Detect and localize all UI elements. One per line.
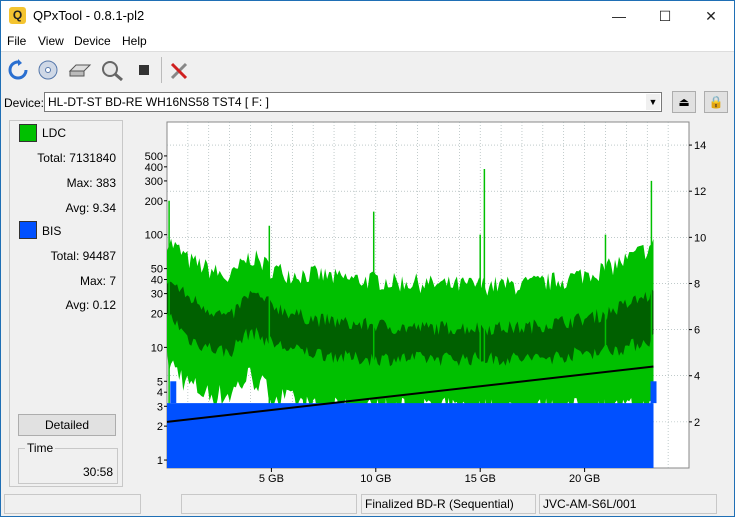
eject-button[interactable]: ⏏: [672, 91, 696, 113]
window-title: QPxTool - 0.8.1-pl2: [33, 8, 145, 23]
disc-scan-icon[interactable]: [35, 57, 61, 83]
app-window: Q QPxTool - 0.8.1-pl2 — ☐ ✕ File View De…: [0, 0, 735, 517]
status-bar: Finalized BD-R (Sequential) JVC-AM-S6L/0…: [1, 493, 734, 516]
chevron-down-icon[interactable]: ▼: [646, 94, 660, 110]
ldc-max-value: 383: [95, 176, 116, 190]
menu-device[interactable]: Device: [74, 34, 111, 48]
toolbar: [1, 53, 734, 87]
y-right-tick-label: 8: [694, 278, 700, 290]
menu-file[interactable]: File: [7, 34, 26, 48]
y-left-tick-label: 10: [151, 342, 163, 354]
tools-icon[interactable]: [167, 57, 193, 83]
y-left-tick-label: 400: [145, 162, 163, 174]
device-label: Device:: [4, 96, 45, 110]
lock-icon: 🔒: [708, 95, 724, 109]
bis-max: Max: 7: [80, 274, 116, 288]
maximize-button[interactable]: ☐: [642, 1, 688, 31]
y-left-tick-label: 20: [151, 308, 163, 320]
status-media-id: JVC-AM-S6L/001: [539, 494, 717, 514]
detailed-button[interactable]: Detailed: [18, 414, 116, 436]
y-right-tick-label: 14: [694, 140, 706, 152]
y-left-tick-label: 5: [157, 376, 163, 388]
ldc-avg-value: 9.34: [92, 201, 116, 215]
y-left-tick-label: 1: [157, 455, 163, 467]
y-right-tick-label: 10: [694, 232, 706, 244]
ldc-avg-label: Avg:: [65, 201, 90, 215]
y-left-tick-label: 100: [145, 230, 163, 242]
time-label: Time: [25, 441, 56, 455]
status-disc-type: Finalized BD-R (Sequential): [361, 494, 536, 514]
stats-panel: LDC Total: 7131840 Max: 383 Avg: 9.34 BI…: [9, 120, 123, 487]
ldc-max-label: Max:: [66, 176, 93, 190]
x-tick-label: 20 GB: [569, 473, 600, 485]
y-right-tick-label: 12: [694, 186, 706, 198]
time-value: 30:58: [82, 465, 113, 479]
bis-max-label: Max:: [79, 274, 106, 288]
y-left-tick-label: 2: [157, 421, 163, 433]
x-tick-label: 5 GB: [259, 473, 284, 485]
x-tick-label: 10 GB: [360, 473, 391, 485]
lock-button[interactable]: 🔒: [704, 91, 728, 113]
y-right-tick-label: 6: [694, 325, 700, 337]
bis-total-label: Total:: [50, 249, 80, 263]
error-chart: 1234510203040501002003004005002468101214…: [131, 120, 721, 485]
bis-total: Total: 94487: [51, 249, 116, 263]
bis-legend-label: BIS: [42, 224, 62, 238]
drive-icon[interactable]: [67, 57, 93, 83]
close-button[interactable]: ✕: [688, 1, 734, 31]
status-cell-1: [4, 494, 141, 514]
bis-color-swatch: [19, 221, 37, 239]
ldc-max: Max: 383: [67, 176, 116, 190]
ldc-avg: Avg: 9.34: [66, 201, 117, 215]
ldc-total-label: Total:: [37, 151, 66, 165]
x-tick-label: 15 GB: [465, 473, 496, 485]
eject-icon: ⏏: [678, 95, 690, 109]
y-left-tick-label: 3: [157, 401, 163, 413]
menu-bar: File View Device Help: [1, 31, 734, 52]
menu-view[interactable]: View: [38, 34, 64, 48]
bis-avg-value: 0.12: [92, 298, 116, 312]
y-left-tick-label: 300: [145, 176, 163, 188]
app-logo-icon: Q: [9, 7, 26, 24]
device-row: Device: HL-DT-ST BD-RE WH16NS58 TST4 [ F…: [1, 89, 734, 115]
ldc-total-value: 7131840: [69, 151, 116, 165]
bis-max-value: 7: [109, 274, 116, 288]
device-select[interactable]: HL-DT-ST BD-RE WH16NS58 TST4 [ F: ] ▼: [44, 92, 662, 112]
title-bar: Q QPxTool - 0.8.1-pl2 — ☐ ✕: [1, 1, 734, 31]
y-left-tick-label: 500: [145, 151, 163, 163]
bis-peak: [170, 381, 177, 404]
time-group: Time 30:58: [18, 441, 118, 484]
bis-avg: Avg: 0.12: [66, 298, 117, 312]
menu-help[interactable]: Help: [122, 34, 147, 48]
y-right-tick-label: 4: [694, 371, 700, 383]
y-left-tick-label: 4: [157, 387, 163, 399]
bis-total-value: 94487: [82, 249, 116, 263]
stop-icon[interactable]: [131, 57, 157, 83]
status-cell-2: [181, 494, 357, 514]
magnify-disc-icon[interactable]: [99, 57, 125, 83]
y-left-tick-label: 40: [151, 275, 163, 287]
bis-peak: [650, 381, 657, 404]
toolbar-separator: [161, 57, 162, 83]
y-left-tick-label: 30: [151, 289, 163, 301]
y-left-tick-label: 200: [145, 196, 163, 208]
bis-avg-label: Avg:: [65, 298, 90, 312]
ldc-total: Total: 7131840: [37, 151, 116, 165]
refresh-icon[interactable]: [5, 57, 31, 83]
ldc-color-swatch: [19, 124, 37, 142]
y-left-tick-label: 50: [151, 264, 163, 276]
ldc-legend-label: LDC: [42, 126, 67, 140]
device-select-value: HL-DT-ST BD-RE WH16NS58 TST4 [ F: ]: [48, 95, 269, 109]
y-right-tick-label: 2: [694, 417, 700, 429]
minimize-button[interactable]: —: [596, 1, 642, 31]
